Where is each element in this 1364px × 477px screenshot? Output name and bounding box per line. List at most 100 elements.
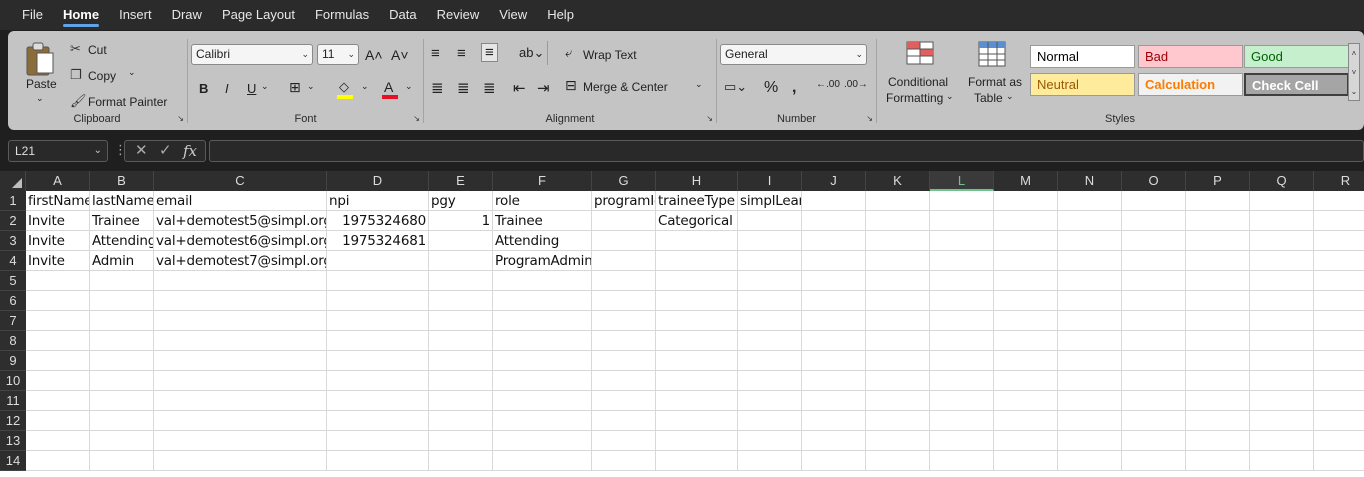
cell-G7[interactable] (592, 311, 656, 331)
cell-I6[interactable] (738, 291, 802, 311)
bottom-align-icon[interactable]: ≡ (481, 43, 498, 62)
cell-K12[interactable] (866, 411, 930, 431)
cell-B6[interactable] (90, 291, 154, 311)
cell-C3[interactable]: val+demotest6@simpl.org (154, 231, 327, 251)
cell-I13[interactable] (738, 431, 802, 451)
cell-H11[interactable] (656, 391, 738, 411)
cell-H8[interactable] (656, 331, 738, 351)
number-format-select[interactable]: General ⌄ (720, 44, 867, 65)
cell-I9[interactable] (738, 351, 802, 371)
align-right-icon[interactable]: ≣ (483, 79, 496, 97)
cell-O11[interactable] (1122, 391, 1186, 411)
menu-data[interactable]: Data (379, 0, 426, 30)
cell-R9[interactable] (1314, 351, 1364, 371)
top-align-icon[interactable]: ≡ (431, 45, 440, 62)
cell-P6[interactable] (1186, 291, 1250, 311)
cell-H3[interactable] (656, 231, 738, 251)
comma-style-icon[interactable]: , (792, 79, 796, 97)
cell-L5[interactable] (930, 271, 994, 291)
menu-insert[interactable]: Insert (109, 0, 162, 30)
align-left-icon[interactable]: ≣ (431, 79, 444, 97)
cell-B5[interactable] (90, 271, 154, 291)
cell-I11[interactable] (738, 391, 802, 411)
cell-Q11[interactable] (1250, 391, 1314, 411)
cell-P10[interactable] (1186, 371, 1250, 391)
cell-E12[interactable] (429, 411, 493, 431)
cell-G9[interactable] (592, 351, 656, 371)
cell-I5[interactable] (738, 271, 802, 291)
cell-N9[interactable] (1058, 351, 1122, 371)
column-header-E[interactable]: E (429, 171, 493, 191)
cell-B3[interactable]: Attending (90, 231, 154, 251)
cell-D11[interactable] (327, 391, 429, 411)
cell-L12[interactable] (930, 411, 994, 431)
column-header-K[interactable]: K (866, 171, 930, 191)
cell-H14[interactable] (656, 451, 738, 471)
cell-M3[interactable] (994, 231, 1058, 251)
align-center-icon[interactable]: ≣ (457, 79, 470, 97)
style-good[interactable]: Good (1244, 45, 1349, 68)
cell-J2[interactable] (802, 211, 866, 231)
cell-E2[interactable]: 1 (429, 211, 493, 231)
cell-O5[interactable] (1122, 271, 1186, 291)
row-header-9[interactable]: 9 (0, 351, 26, 371)
cell-C13[interactable] (154, 431, 327, 451)
cell-Q4[interactable] (1250, 251, 1314, 271)
cell-A14[interactable] (26, 451, 90, 471)
cell-M13[interactable] (994, 431, 1058, 451)
menu-page-layout[interactable]: Page Layout (212, 0, 305, 30)
cell-R4[interactable] (1314, 251, 1364, 271)
cell-M10[interactable] (994, 371, 1058, 391)
font-color-icon[interactable]: A (381, 79, 401, 99)
cell-M11[interactable] (994, 391, 1058, 411)
cell-G12[interactable] (592, 411, 656, 431)
column-header-Q[interactable]: Q (1250, 171, 1314, 191)
cell-Q9[interactable] (1250, 351, 1314, 371)
cell-N10[interactable] (1058, 371, 1122, 391)
cell-J7[interactable] (802, 311, 866, 331)
cell-Q14[interactable] (1250, 451, 1314, 471)
cell-E9[interactable] (429, 351, 493, 371)
cell-F14[interactable] (493, 451, 592, 471)
chevron-down-icon[interactable]: ⌄ (361, 81, 369, 92)
conditional-formatting-button[interactable]: Conditional Formatting ⌄ (882, 39, 956, 105)
cell-I3[interactable] (738, 231, 802, 251)
cell-L11[interactable] (930, 391, 994, 411)
cell-R7[interactable] (1314, 311, 1364, 331)
row-header-8[interactable]: 8 (0, 331, 26, 351)
cell-C7[interactable] (154, 311, 327, 331)
menu-help[interactable]: Help (537, 0, 584, 30)
column-header-N[interactable]: N (1058, 171, 1122, 191)
cell-C8[interactable] (154, 331, 327, 351)
cell-R2[interactable] (1314, 211, 1364, 231)
cell-F2[interactable]: Trainee (493, 211, 592, 231)
row-header-13[interactable]: 13 (0, 431, 26, 451)
paste-button[interactable]: Paste ⌄ (20, 39, 60, 109)
cell-A7[interactable] (26, 311, 90, 331)
cell-K14[interactable] (866, 451, 930, 471)
cell-P14[interactable] (1186, 451, 1250, 471)
cell-A8[interactable] (26, 331, 90, 351)
cell-J8[interactable] (802, 331, 866, 351)
cell-Q3[interactable] (1250, 231, 1314, 251)
cell-K10[interactable] (866, 371, 930, 391)
cell-D7[interactable] (327, 311, 429, 331)
cell-Q12[interactable] (1250, 411, 1314, 431)
cell-B1[interactable]: lastName (90, 191, 154, 211)
cell-H5[interactable] (656, 271, 738, 291)
cell-J10[interactable] (802, 371, 866, 391)
row-header-11[interactable]: 11 (0, 391, 26, 411)
cell-F1[interactable]: role (493, 191, 592, 211)
cell-C6[interactable] (154, 291, 327, 311)
orientation-icon[interactable]: ab⌄ (519, 45, 544, 61)
cell-O10[interactable] (1122, 371, 1186, 391)
cell-N5[interactable] (1058, 271, 1122, 291)
column-header-I[interactable]: I (738, 171, 802, 191)
cell-P4[interactable] (1186, 251, 1250, 271)
middle-align-icon[interactable]: ≡ (457, 45, 466, 62)
cell-D13[interactable] (327, 431, 429, 451)
row-header-1[interactable]: 1 (0, 191, 26, 211)
cell-F5[interactable] (493, 271, 592, 291)
row-header-10[interactable]: 10 (0, 371, 26, 391)
column-header-M[interactable]: M (994, 171, 1058, 191)
